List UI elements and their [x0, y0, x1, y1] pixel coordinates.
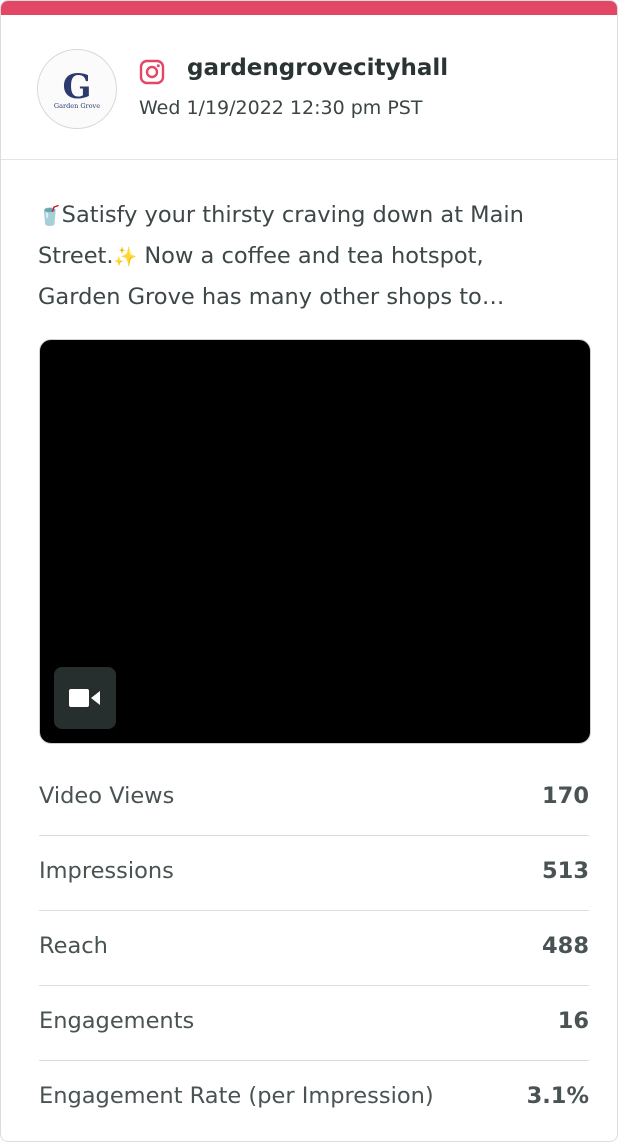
instagram-icon: [139, 59, 165, 85]
metric-row-engagement-rate: Engagement Rate (per Impression) 3.1%: [39, 1061, 589, 1135]
account-name[interactable]: gardengrovecityhall: [187, 55, 448, 81]
post-header: G Garden Grove gardengrovecityhall Wed 1…: [1, 15, 617, 160]
caption-line-3: Garden Grove has many other shops to…: [38, 284, 505, 310]
metric-label: Engagements: [39, 1008, 195, 1034]
metric-label: Reach: [39, 933, 108, 959]
post-date: Wed 1/19/2022 12:30 pm PST: [139, 97, 423, 119]
video-camera-icon: [69, 689, 100, 707]
video-badge: [54, 667, 116, 729]
video-media[interactable]: [39, 339, 591, 744]
caption-text: Satisfy your thirsty craving down at Mai…: [61, 202, 524, 228]
metric-row-video-views: Video Views 170: [39, 761, 589, 836]
svg-text:Garden Grove: Garden Grove: [54, 102, 100, 110]
metric-value: 513: [542, 858, 589, 884]
metric-value: 170: [542, 783, 589, 809]
accent-bar: [1, 1, 617, 15]
metrics-list: Video Views 170 Impressions 513 Reach 48…: [39, 761, 589, 1135]
metric-value: 488: [542, 933, 589, 959]
metric-row-engagements: Engagements 16: [39, 986, 589, 1061]
metric-value: 3.1%: [526, 1083, 589, 1109]
metric-value: 16: [557, 1008, 589, 1034]
metric-row-impressions: Impressions 513: [39, 836, 589, 911]
caption-text: Street.: [38, 243, 114, 269]
caption-line-1: 🥤Satisfy your thirsty craving down at Ma…: [38, 195, 598, 236]
post-caption: 🥤Satisfy your thirsty craving down at Ma…: [38, 195, 598, 317]
metric-label: Engagement Rate (per Impression): [39, 1083, 434, 1109]
metric-label: Impressions: [39, 858, 174, 884]
post-card: G Garden Grove gardengrovecityhall Wed 1…: [0, 0, 618, 1142]
caption-line-2: Street.✨ Now a coffee and tea hotspot,: [38, 236, 598, 277]
avatar[interactable]: G Garden Grove: [37, 49, 117, 129]
garden-grove-logo: G Garden Grove: [38, 50, 116, 128]
metric-row-reach: Reach 488: [39, 911, 589, 986]
cup-emoji-icon: 🥤: [38, 205, 62, 227]
caption-text: Now a coffee and tea hotspot,: [137, 243, 484, 269]
sparkles-emoji-icon: ✨: [113, 246, 138, 268]
metric-label: Video Views: [39, 783, 175, 809]
